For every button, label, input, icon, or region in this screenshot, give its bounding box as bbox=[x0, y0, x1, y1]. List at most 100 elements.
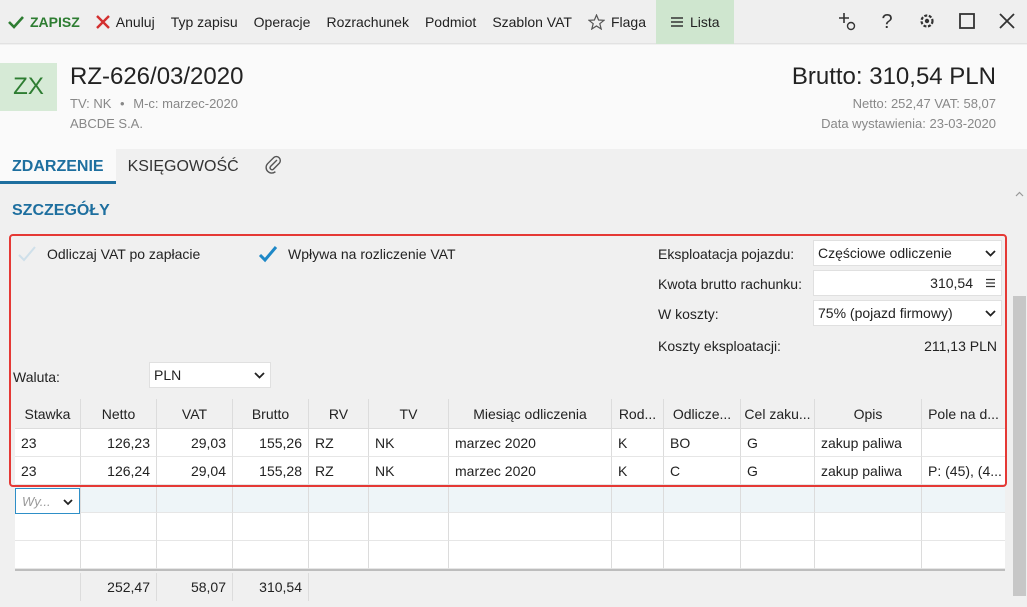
empty-cell[interactable] bbox=[157, 513, 233, 541]
save-button[interactable]: ZAPISZ bbox=[0, 0, 88, 44]
rate-cell[interactable]: 23 bbox=[15, 429, 81, 457]
vat-cell[interactable]: 29,04 bbox=[157, 457, 233, 485]
empty-row[interactable] bbox=[15, 513, 1005, 541]
tab-event[interactable]: ZDARZENIE bbox=[0, 149, 116, 184]
column-header[interactable]: VAT bbox=[157, 399, 233, 428]
rv-cell[interactable]: RZ bbox=[309, 457, 369, 485]
empty-cell[interactable] bbox=[664, 541, 741, 569]
tab-attachments[interactable] bbox=[251, 149, 295, 184]
column-header[interactable]: Odlicze... bbox=[664, 399, 741, 428]
empty-cell[interactable] bbox=[81, 485, 157, 513]
new-row[interactable] bbox=[15, 485, 1005, 513]
empty-cell[interactable] bbox=[741, 541, 815, 569]
empty-cell[interactable] bbox=[157, 485, 233, 513]
gross-amount-input[interactable]: 310,54 bbox=[813, 270, 1002, 296]
rate-select-new-row[interactable]: Wy... bbox=[15, 488, 80, 514]
vehicle-use-select[interactable]: Częściowe odliczenie bbox=[813, 240, 1002, 266]
subject-button[interactable]: Podmiot bbox=[417, 0, 484, 44]
empty-cell[interactable] bbox=[741, 513, 815, 541]
empty-cell[interactable] bbox=[664, 513, 741, 541]
empty-cell[interactable] bbox=[741, 485, 815, 513]
maximize-button[interactable] bbox=[947, 0, 987, 44]
empty-cell[interactable] bbox=[449, 513, 612, 541]
deduct-vat-checkbox[interactable]: Odliczaj VAT po zapłacie bbox=[17, 244, 200, 264]
scrollbar-thumb[interactable] bbox=[1013, 296, 1026, 596]
vertical-scrollbar[interactable] bbox=[1012, 184, 1027, 607]
column-header[interactable]: Pole na d... bbox=[922, 399, 1005, 428]
rv-cell[interactable]: RZ bbox=[309, 429, 369, 457]
add-attachment-button[interactable] bbox=[827, 0, 867, 44]
column-header[interactable]: Brutto bbox=[233, 399, 309, 428]
tv-cell[interactable]: NK bbox=[369, 429, 449, 457]
affects-vat-checkbox[interactable]: Wpływa na rozliczenie VAT bbox=[258, 244, 456, 264]
column-header[interactable]: Stawka bbox=[15, 399, 81, 428]
column-header[interactable]: Rod... bbox=[612, 399, 664, 428]
operations-button[interactable]: Operacje bbox=[246, 0, 319, 44]
kind-cell[interactable]: K bbox=[612, 457, 664, 485]
brutto-cell[interactable]: 155,28 bbox=[233, 457, 309, 485]
flag-button[interactable]: Flaga bbox=[580, 0, 654, 44]
empty-cell[interactable] bbox=[449, 541, 612, 569]
column-header[interactable]: Netto bbox=[81, 399, 157, 428]
chevron-up-icon[interactable] bbox=[1015, 186, 1024, 197]
table-row[interactable]: 23 126,24 29,04 155,28 RZ NK marzec 2020… bbox=[15, 457, 1005, 485]
deduction-cell[interactable]: BO bbox=[664, 429, 741, 457]
tab-accounting[interactable]: KSIĘGOWOŚĆ bbox=[116, 149, 251, 184]
empty-cell[interactable] bbox=[664, 485, 741, 513]
description-cell[interactable]: zakup paliwa bbox=[815, 457, 922, 485]
deduction-month-cell[interactable]: marzec 2020 bbox=[449, 457, 612, 485]
empty-cell[interactable] bbox=[815, 485, 922, 513]
kind-cell[interactable]: K bbox=[612, 429, 664, 457]
empty-cell[interactable] bbox=[15, 513, 81, 541]
empty-cell[interactable] bbox=[233, 513, 309, 541]
purpose-cell[interactable]: G bbox=[741, 457, 815, 485]
empty-cell[interactable] bbox=[815, 513, 922, 541]
deduction-cell[interactable]: C bbox=[664, 457, 741, 485]
vat-cell[interactable]: 29,03 bbox=[157, 429, 233, 457]
empty-cell[interactable] bbox=[81, 541, 157, 569]
empty-cell[interactable] bbox=[369, 541, 449, 569]
empty-cell[interactable] bbox=[369, 485, 449, 513]
currency-select[interactable]: PLN bbox=[149, 362, 271, 388]
settings-button[interactable] bbox=[907, 0, 947, 44]
entry-type-button[interactable]: Typ zapisu bbox=[163, 0, 246, 44]
column-header[interactable]: TV bbox=[369, 399, 449, 428]
empty-cell[interactable] bbox=[233, 541, 309, 569]
empty-cell[interactable] bbox=[612, 485, 664, 513]
empty-cell[interactable] bbox=[449, 485, 612, 513]
empty-cell[interactable] bbox=[309, 485, 369, 513]
tv-cell[interactable]: NK bbox=[369, 457, 449, 485]
empty-cell[interactable] bbox=[309, 541, 369, 569]
brutto-cell[interactable]: 155,26 bbox=[233, 429, 309, 457]
description-cell[interactable]: zakup paliwa bbox=[815, 429, 922, 457]
cancel-button[interactable]: Anuluj bbox=[88, 0, 163, 44]
empty-cell[interactable] bbox=[922, 485, 1005, 513]
deduction-month-cell[interactable]: marzec 2020 bbox=[449, 429, 612, 457]
declaration-field-cell[interactable] bbox=[922, 429, 1005, 457]
settlement-button[interactable]: Rozrachunek bbox=[318, 0, 417, 44]
column-header[interactable]: Miesiąc odliczenia bbox=[449, 399, 612, 428]
netto-cell[interactable]: 126,24 bbox=[81, 457, 157, 485]
empty-cell[interactable] bbox=[612, 513, 664, 541]
empty-cell[interactable] bbox=[309, 513, 369, 541]
vat-template-button[interactable]: Szablon VAT bbox=[484, 0, 580, 44]
purpose-cell[interactable]: G bbox=[741, 429, 815, 457]
column-header[interactable]: RV bbox=[309, 399, 369, 428]
empty-cell[interactable] bbox=[922, 541, 1005, 569]
menu-lines-icon[interactable] bbox=[983, 278, 997, 288]
empty-row[interactable] bbox=[15, 541, 1005, 569]
declaration-field-cell[interactable]: P: (45), (4... bbox=[922, 457, 1005, 485]
empty-cell[interactable] bbox=[15, 541, 81, 569]
netto-cell[interactable]: 126,23 bbox=[81, 429, 157, 457]
empty-cell[interactable] bbox=[369, 513, 449, 541]
empty-cell[interactable] bbox=[157, 541, 233, 569]
empty-cell[interactable] bbox=[815, 541, 922, 569]
close-window-button[interactable] bbox=[987, 0, 1027, 44]
table-row[interactable]: 23 126,23 29,03 155,26 RZ NK marzec 2020… bbox=[15, 429, 1005, 457]
empty-cell[interactable] bbox=[233, 485, 309, 513]
empty-cell[interactable] bbox=[612, 541, 664, 569]
list-button[interactable]: Lista bbox=[655, 0, 734, 44]
costs-select[interactable]: 75% (pojazd firmowy) bbox=[813, 300, 1002, 326]
empty-cell[interactable] bbox=[81, 513, 157, 541]
rate-cell[interactable]: 23 bbox=[15, 457, 81, 485]
